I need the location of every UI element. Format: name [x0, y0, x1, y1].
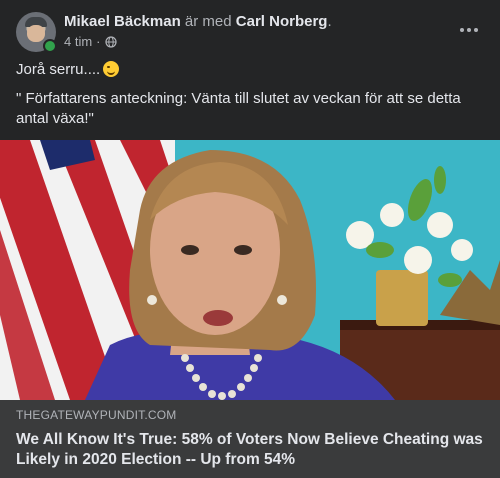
- author-name-link[interactable]: Mikael Bäckman: [64, 13, 181, 30]
- separator-dot: ·: [96, 34, 101, 49]
- link-title[interactable]: We All Know It's True: 58% of Voters Now…: [16, 430, 484, 470]
- link-preview-image[interactable]: [0, 140, 500, 400]
- with-text: är med: [184, 13, 232, 30]
- winking-face-emoji-icon: [103, 61, 120, 77]
- post-text: Jorå serru.... " Författarens anteckning…: [16, 60, 484, 138]
- post-header: Mikael Bäckman är med Carl Norberg. 4 ti…: [16, 12, 484, 54]
- post-names: Mikael Bäckman är med Carl Norberg.: [64, 13, 332, 31]
- facebook-post: Mikael Bäckman är med Carl Norberg. 4 ti…: [0, 0, 500, 478]
- link-preview-footer[interactable]: THEGATEWAYPUNDIT.COM We All Know It's Tr…: [0, 400, 500, 478]
- avatar-face: [27, 25, 45, 42]
- post-subline: 4 tim ·: [64, 34, 332, 49]
- post-line-1-text: Jorå serru....: [16, 61, 101, 78]
- post-line-1: Jorå serru....: [16, 60, 484, 80]
- more-options-icon[interactable]: [454, 18, 484, 42]
- globe-icon[interactable]: [104, 35, 117, 48]
- post-meta: Mikael Bäckman är med Carl Norberg. 4 ti…: [64, 12, 332, 49]
- post-line-2: " Författarens anteckning: Vänta till sl…: [16, 90, 461, 127]
- portrait-photo: [0, 140, 500, 400]
- link-domain: THEGATEWAYPUNDIT.COM: [16, 408, 177, 422]
- online-status-indicator: [43, 39, 57, 53]
- tagged-suffix: .: [327, 13, 332, 30]
- author-avatar[interactable]: [16, 12, 57, 53]
- post-timestamp[interactable]: 4 tim: [64, 34, 92, 49]
- tagged-name-link[interactable]: Carl Norberg: [236, 13, 328, 30]
